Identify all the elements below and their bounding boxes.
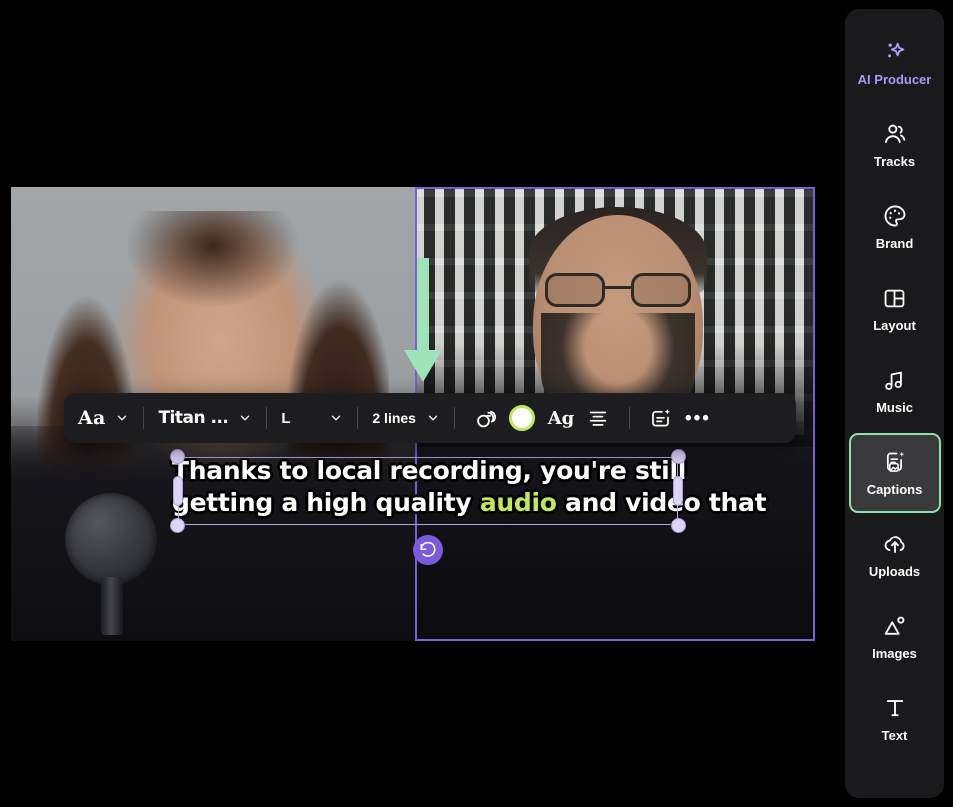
decor-lens-right xyxy=(631,273,691,307)
toolbar-divider xyxy=(357,407,359,429)
decor-body-right xyxy=(415,421,815,641)
resize-handle-bottom-right[interactable] xyxy=(671,518,686,533)
resize-handle-middle-right[interactable] xyxy=(673,476,683,506)
sidebar-item-layout[interactable]: Layout xyxy=(849,269,941,349)
toolbar-divider xyxy=(143,407,145,429)
caption-line-1: Thanks to local recording, you're still xyxy=(170,454,688,487)
microphone-head xyxy=(65,493,157,585)
sidebar-item-ai-producer[interactable]: AI Producer xyxy=(849,23,941,103)
decor-lens-left xyxy=(545,273,605,307)
chevron-down-icon xyxy=(238,411,252,425)
font-size-label: L xyxy=(281,409,291,427)
text-color-swatch-button[interactable] xyxy=(503,401,541,435)
sidebar-item-label: Images xyxy=(872,646,917,661)
resize-handle-middle-left[interactable] xyxy=(173,476,183,506)
sidebar-item-music[interactable]: Music xyxy=(849,351,941,431)
microphone-prop xyxy=(61,485,165,635)
caption-text-content: Thanks to local recording, you're still … xyxy=(170,454,768,519)
sparkle-icon xyxy=(882,39,908,65)
caption-text-block[interactable]: Thanks to local recording, you're still … xyxy=(170,449,768,533)
text-case-button[interactable]: Ag xyxy=(541,401,581,435)
decor-glasses-bridge xyxy=(605,286,631,289)
toolbar-divider xyxy=(628,407,630,429)
microphone-stem xyxy=(101,577,123,635)
style-preset-label: Aa xyxy=(78,407,106,429)
sidebar-item-label: Text xyxy=(881,728,908,743)
palette-icon xyxy=(882,203,908,229)
rotate-reset-button[interactable] xyxy=(413,535,443,565)
app-root: Thanks to local recording, you're still … xyxy=(0,0,953,807)
sidebar-item-label: Layout xyxy=(873,318,916,333)
resize-handle-bottom-left[interactable] xyxy=(170,518,185,533)
caption-line-2-before: getting a high quality xyxy=(170,486,480,519)
sidebar-item-label: Brand xyxy=(875,236,914,251)
sidebar-item-label: Music xyxy=(876,400,913,415)
resize-handle-top-right[interactable] xyxy=(671,449,686,464)
font-family-label: Titan ... xyxy=(158,408,229,428)
sidebar-item-brand[interactable]: Brand xyxy=(849,187,941,267)
sidebar-item-captions[interactable]: Captions xyxy=(848,433,941,513)
upload-cloud-icon xyxy=(882,531,908,557)
caption-highlight-word: audio xyxy=(478,486,559,519)
more-options-button[interactable]: ••• xyxy=(678,401,718,435)
sidebar-item-uploads[interactable]: Uploads xyxy=(849,515,941,595)
text-t-icon xyxy=(882,695,908,721)
chevron-down-icon xyxy=(115,411,129,425)
resize-handle-top-left[interactable] xyxy=(170,449,185,464)
decor-glasses xyxy=(545,273,691,307)
toolbar-divider xyxy=(266,407,268,429)
caption-line-2: getting a high quality audio and video t… xyxy=(170,486,768,519)
image-mountain-icon xyxy=(882,613,908,639)
sidebar-item-tracks[interactable]: Tracks xyxy=(849,105,941,185)
caption-style-toolbar[interactable]: Aa Titan ... L 2 lines Ag ••• xyxy=(64,393,796,443)
chevron-down-icon xyxy=(329,411,343,425)
music-note-icon xyxy=(882,367,907,393)
sidebar-item-label: Captions xyxy=(866,482,923,497)
style-preset-dropdown[interactable]: Aa xyxy=(78,401,129,435)
sidebar-item-text[interactable]: Text xyxy=(849,679,941,759)
toolbar-divider xyxy=(453,407,455,429)
font-family-dropdown[interactable]: Titan ... xyxy=(158,401,252,435)
overlapping-circles-icon[interactable] xyxy=(469,401,503,435)
align-center-icon[interactable] xyxy=(581,401,615,435)
people-icon xyxy=(882,121,908,147)
captions-sparkle-icon xyxy=(882,449,908,475)
annotation-down-arrow-icon xyxy=(403,258,443,383)
ai-text-effects-icon[interactable] xyxy=(644,401,678,435)
caption-line-2-after: and video that xyxy=(556,486,768,519)
lines-count-label: 2 lines xyxy=(372,410,416,426)
more-options-label: ••• xyxy=(684,407,711,429)
chevron-down-icon xyxy=(426,411,440,425)
right-tool-sidebar: AI Producer Tracks Brand Layout Music Ca… xyxy=(845,9,944,798)
layout-grid-icon xyxy=(882,285,907,311)
lines-count-dropdown[interactable]: 2 lines xyxy=(372,401,440,435)
sidebar-item-label: AI Producer xyxy=(857,72,932,87)
text-case-label: Ag xyxy=(547,407,575,429)
rotate-ccw-icon xyxy=(420,541,436,557)
sidebar-item-label: Uploads xyxy=(868,564,921,579)
sidebar-item-images[interactable]: Images xyxy=(849,597,941,677)
font-size-dropdown[interactable]: L xyxy=(281,401,343,435)
sidebar-item-label: Tracks xyxy=(873,154,916,169)
color-swatch xyxy=(508,405,535,431)
